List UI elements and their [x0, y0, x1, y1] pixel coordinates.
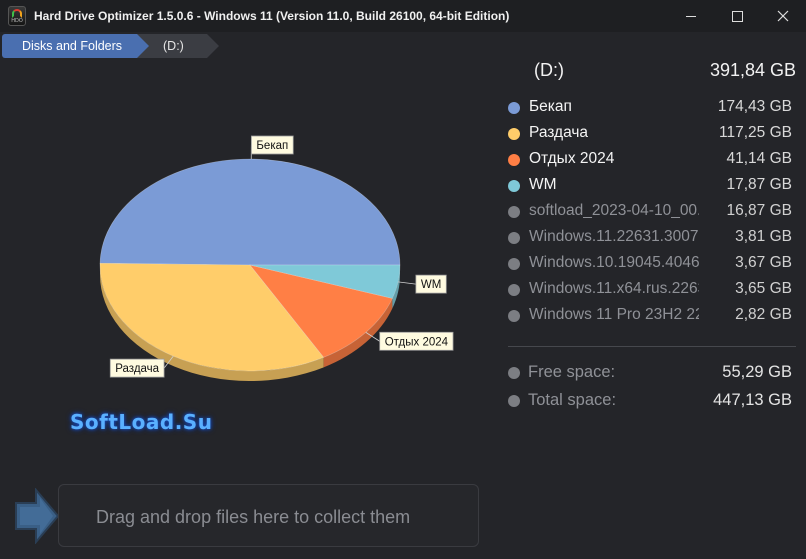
- total-space-row: Total space: 447,13 GB: [506, 388, 794, 414]
- folder-list-item[interactable]: WM 17,87 GB: [506, 173, 794, 199]
- app-icon-label: HDO: [11, 18, 23, 24]
- folder-list-item[interactable]: Отдых 2024 41,14 GB: [506, 147, 794, 173]
- drive-total-size: 391,84 GB: [709, 60, 796, 80]
- total-space-value: 447,13 GB: [713, 391, 792, 409]
- disk-usage-pie-chart: Бекап Раздача Отдых 2024 WM: [99, 135, 454, 381]
- folder-list-item[interactable]: Windows.11.x64.rus.2263... 3,65 GB: [506, 277, 794, 303]
- folder-size: 117,25 GB: [719, 124, 792, 141]
- folder-name: Windows 11 Pro 23H2 22...: [529, 306, 699, 323]
- color-dot-icon: [508, 232, 520, 244]
- folder-name: Раздача: [529, 124, 589, 141]
- folder-name: Windows.11.x64.rus.2263...: [529, 280, 699, 297]
- breadcrumb-drive-d[interactable]: (D:): [137, 34, 219, 58]
- breadcrumb-label: Disks and Folders: [22, 39, 123, 53]
- drive-label: (D:): [534, 60, 564, 80]
- folder-size: 3,65 GB: [735, 280, 792, 297]
- folder-list-item[interactable]: softload_2023-04-10_00... 16,87 GB: [506, 199, 794, 225]
- title-bar: HDO Hard Drive Optimizer 1.5.0.6 - Windo…: [0, 0, 806, 32]
- folder-list-item[interactable]: Windows.11.22631.3007.x... 3,81 GB: [506, 225, 794, 251]
- folder-size: 17,87 GB: [726, 176, 793, 193]
- folder-list-item[interactable]: Windows.10.19045.4046.r... 3,67 GB: [506, 251, 794, 277]
- folder-list-item[interactable]: Windows 11 Pro 23H2 22... 2,82 GB: [506, 303, 794, 329]
- minimize-button[interactable]: [668, 0, 714, 32]
- maximize-button[interactable]: [714, 0, 760, 32]
- folder-name: Бекап: [529, 98, 572, 115]
- drop-zone[interactable]: Drag and drop files here to collect them: [58, 484, 479, 547]
- folder-name: Windows.11.22631.3007.x...: [529, 228, 699, 245]
- folder-size: 2,82 GB: [735, 306, 792, 323]
- maximize-icon: [731, 10, 743, 22]
- folder-list-item[interactable]: Раздача 117,25 GB: [506, 121, 794, 147]
- pie-label-leader: [398, 281, 416, 285]
- watermark-text: SoftLoad.Su: [70, 410, 213, 434]
- color-dot-icon: [508, 154, 520, 166]
- pie-slice-label: Раздача: [115, 363, 159, 375]
- folder-name: softload_2023-04-10_00...: [529, 202, 699, 219]
- color-dot-icon: [508, 102, 520, 114]
- hdd-gauge-icon: HDO: [8, 6, 26, 26]
- minimize-icon: [686, 15, 696, 17]
- color-dot-icon: [508, 180, 520, 192]
- pie-slice-label: Отдых 2024: [385, 336, 449, 348]
- folder-size: 3,81 GB: [735, 228, 792, 245]
- pie-slice[interactable]: [99, 158, 401, 266]
- folder-size: 3,67 GB: [735, 254, 792, 271]
- folder-size: 41,14 GB: [726, 150, 793, 167]
- free-space-dot-icon: [508, 367, 520, 379]
- folder-size: 174,43 GB: [717, 98, 792, 115]
- pie-slice-label: WM: [421, 279, 441, 291]
- total-space-label: Total space:: [528, 391, 617, 409]
- color-dot-icon: [508, 310, 520, 322]
- folder-name: Windows.10.19045.4046.r...: [529, 254, 699, 271]
- color-dot-icon: [508, 206, 520, 218]
- folder-name: WM: [529, 176, 557, 193]
- arrow-right-icon: [15, 488, 60, 544]
- close-icon: [777, 10, 789, 22]
- pie-slice-label: Бекап: [256, 140, 288, 152]
- free-space-value: 55,29 GB: [722, 363, 792, 381]
- color-dot-icon: [508, 284, 520, 296]
- color-dot-icon: [508, 128, 520, 140]
- free-space-label: Free space:: [528, 363, 616, 381]
- breadcrumb-label: (D:): [163, 39, 184, 53]
- close-button[interactable]: [760, 0, 806, 32]
- drop-zone-hint: Drag and drop files here to collect them: [96, 507, 411, 527]
- free-space-row: Free space: 55,29 GB: [506, 360, 794, 386]
- folder-name: Отдых 2024: [529, 150, 615, 167]
- breadcrumb-disks-and-folders[interactable]: Disks and Folders: [2, 34, 150, 58]
- divider: [508, 346, 796, 347]
- color-dot-icon: [508, 258, 520, 270]
- window-title: Hard Drive Optimizer 1.5.0.6 - Windows 1…: [34, 9, 510, 23]
- folder-list-item[interactable]: Бекап 174,43 GB: [506, 95, 794, 121]
- folder-size: 16,87 GB: [726, 202, 793, 219]
- total-space-dot-icon: [508, 395, 520, 407]
